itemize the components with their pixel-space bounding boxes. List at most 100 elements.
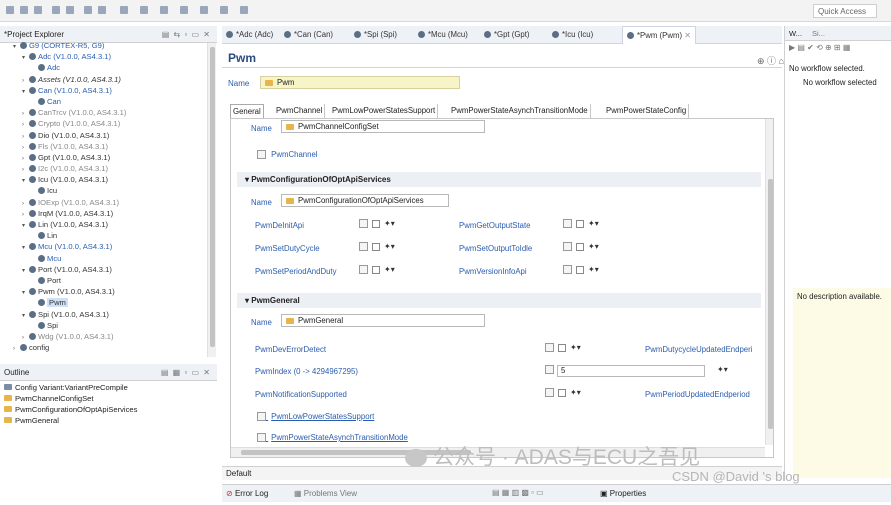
tree-item[interactable]: Pwm <box>0 297 217 308</box>
module-name-field[interactable]: Pwm <box>260 76 460 89</box>
tree-item[interactable]: › Assets (V1.0.0, AS4.3.1) <box>0 74 217 85</box>
toolbar-icon[interactable] <box>66 6 74 14</box>
outline-controls-icon[interactable]: ▤ ▦ ▫ ▭ ✕ <box>161 364 211 381</box>
wand-icon[interactable]: ✦▾ <box>384 265 395 274</box>
content-scrollbar[interactable] <box>765 119 773 445</box>
tree-item[interactable]: Can <box>0 96 217 107</box>
wand-icon[interactable]: ✦▾ <box>588 219 599 228</box>
workflow-tab[interactable]: W... Si... <box>785 26 891 41</box>
opt-api-section-header[interactable]: ▾ PwmConfigurationOfOptApiServices <box>237 172 761 187</box>
editor-tab[interactable]: *Can (Can) <box>284 26 333 44</box>
opt-api-param-controls[interactable]: ✦▾ <box>563 242 599 252</box>
low-power-states-link[interactable]: PwmLowPowerStatesSupport <box>257 412 374 422</box>
opt-api-param-controls[interactable]: ✦▾ <box>563 219 599 229</box>
tree-item[interactable]: ▾ Icu (V1.0.0, AS4.3.1) <box>0 174 217 185</box>
tree-item[interactable]: › I2c (V1.0.0, AS4.3.1) <box>0 163 217 174</box>
channel-config-name-field[interactable]: PwmChannelConfigSet <box>281 120 485 133</box>
tree-item[interactable]: ▾ Port (V1.0.0, AS4.3.1) <box>0 264 217 275</box>
opt-api-param-label[interactable]: PwmSetPeriodAndDuty <box>255 267 336 276</box>
pwm-channel-link[interactable]: PwmChannel <box>257 150 318 160</box>
opt-api-param-label[interactable]: PwmVersionInfoApi <box>459 267 527 276</box>
tree-item[interactable]: ▾ Can (V1.0.0, AS4.3.1) <box>0 85 217 96</box>
general-section-header[interactable]: ▾ PwmGeneral <box>237 293 761 308</box>
tree-item[interactable]: ▾ G9 (CORTEX-R5, G9) <box>0 40 217 51</box>
outline-item[interactable]: PwmConfigurationOfOptApiServices <box>0 404 217 415</box>
toolbar-icon[interactable] <box>200 6 208 14</box>
tab-pwm-power-state-config[interactable]: PwmPowerStateConfig <box>604 104 690 118</box>
error-log-tab[interactable]: ⊘ Error Log <box>226 489 268 498</box>
opt-api-param-controls[interactable]: ✦▾ <box>563 265 599 275</box>
tree-item[interactable]: ▾ Adc (V1.0.0, AS4.3.1) <box>0 51 217 62</box>
editor-tab[interactable]: *Icu (Icu) <box>552 26 593 44</box>
general-name-field[interactable]: PwmGeneral <box>281 314 485 327</box>
wand-icon[interactable]: ✦▾ <box>588 265 599 274</box>
tree-item[interactable]: › CanTrcv (V1.0.0, AS4.3.1) <box>0 107 217 118</box>
workflow-toolbar-icons[interactable]: ▶ ▤ ✔ ⟲ ⊕ ⊞ ▦ <box>785 41 891 54</box>
tab-general[interactable]: General <box>230 104 264 118</box>
tree-item[interactable]: ▾ Lin (V1.0.0, AS4.3.1) <box>0 219 217 230</box>
outline-item[interactable]: PwmChannelConfigSet <box>0 393 217 404</box>
toolbar-icon[interactable] <box>220 6 228 14</box>
dev-error-detect-controls[interactable]: ✦▾ <box>545 343 581 353</box>
toolbar-icon[interactable] <box>20 6 28 14</box>
outline-item[interactable]: PwmGeneral <box>0 415 217 426</box>
period-updated-label[interactable]: PwmPeriodUpdatedEndperiod <box>645 390 750 399</box>
opt-api-param-label[interactable]: PwmGetOutputState <box>459 221 531 230</box>
tab-pwm-channel[interactable]: PwmChannel <box>274 104 326 118</box>
tree-scrollbar[interactable] <box>207 43 216 357</box>
pwm-index-calc[interactable] <box>545 365 554 375</box>
tree-item[interactable]: Adc <box>0 62 217 73</box>
wand-icon[interactable]: ✦▾ <box>717 365 728 374</box>
toolbar-icon[interactable] <box>98 6 106 14</box>
checkbox[interactable] <box>576 265 584 274</box>
tree-item[interactable]: › IOExp (V1.0.0, AS4.3.1) <box>0 197 217 208</box>
tab-pwm-low-power-states-support[interactable]: PwmLowPowerStatesSupport <box>330 104 439 118</box>
tree-item[interactable]: Icu <box>0 185 217 196</box>
tree-item[interactable]: › config <box>0 342 217 353</box>
bottom-view-controls-icon[interactable]: ▤ ▦ ▥ ▩ ▫ ▭ <box>492 488 544 497</box>
pwm-index-input[interactable]: 5 <box>557 365 705 377</box>
dutycycle-updated-label[interactable]: PwmDutycycleUpdatedEndperi <box>645 345 752 354</box>
scroll-thumb[interactable] <box>210 47 215 347</box>
tree-item[interactable]: ▾ Spi (V1.0.0, AS4.3.1) <box>0 309 217 320</box>
toolbar-icon[interactable] <box>160 6 168 14</box>
wand-icon[interactable]: ✦▾ <box>570 343 581 352</box>
close-icon[interactable]: ✕ <box>682 31 691 40</box>
toolbar-icon[interactable] <box>34 6 42 14</box>
tree-item[interactable]: ▾ Pwm (V1.0.0, AS4.3.1) <box>0 286 217 297</box>
si-tab[interactable]: Si... <box>812 29 825 38</box>
scroll-thumb[interactable] <box>768 179 773 429</box>
editor-tab[interactable]: *Adc (Adc) <box>226 26 273 44</box>
toolbar-icon[interactable] <box>140 6 148 14</box>
tree-item[interactable]: Lin <box>0 230 217 241</box>
opt-api-param-controls[interactable]: ✦▾ <box>359 242 395 252</box>
outline-tab[interactable]: Outline ▤ ▦ ▫ ▭ ✕ <box>0 364 217 381</box>
chevron-right-icon[interactable]: › <box>13 344 20 355</box>
quick-access-field[interactable]: Quick Access <box>813 4 877 18</box>
wand-icon[interactable]: ✦▾ <box>384 242 395 251</box>
tree-item[interactable]: › Gpt (V1.0.0, AS4.3.1) <box>0 152 217 163</box>
tree-item[interactable]: ▾ Mcu (V1.0.0, AS4.3.1) <box>0 241 217 252</box>
async-transition-link[interactable]: PwmPowerStateAsynchTransitionMode <box>257 433 408 443</box>
toolbar-icon[interactable] <box>120 6 128 14</box>
outline-item[interactable]: Config Variant:VariantPreCompile <box>0 382 217 393</box>
opt-api-param-label[interactable]: PwmSetDutyCycle <box>255 244 320 253</box>
tree-item[interactable]: Spi <box>0 320 217 331</box>
toolbar-icon[interactable] <box>6 6 14 14</box>
opt-api-param-label[interactable]: PwmDeInitApi <box>255 221 304 230</box>
editor-header-icons[interactable]: ⊕ ⓘ ⌂ <box>757 54 784 67</box>
toolbar-icon[interactable] <box>240 6 248 14</box>
toolbar-icon[interactable] <box>52 6 60 14</box>
opt-api-param-label[interactable]: PwmSetOutputToIdle <box>459 244 532 253</box>
toolbar-icon[interactable] <box>180 6 188 14</box>
notification-supported-label[interactable]: PwmNotificationSupported <box>255 390 347 399</box>
editor-tab[interactable]: *Spi (Spi) <box>354 26 397 44</box>
tree-item[interactable]: Mcu <box>0 253 217 264</box>
editor-tab[interactable]: *Pwm (Pwm) ✕ <box>622 26 696 44</box>
tab-pwm-power-state-async-transition-mode[interactable]: PwmPowerStateAsynchTransitionMode <box>449 104 591 118</box>
properties-tab[interactable]: ▣ Properties <box>600 489 646 498</box>
pwm-index-label[interactable]: PwmIndex (0 -> 4294967295) <box>255 367 358 376</box>
dev-error-detect-label[interactable]: PwmDevErrorDetect <box>255 345 326 354</box>
checkbox[interactable] <box>558 343 566 352</box>
tree-item[interactable]: › Dio (V1.0.0, AS4.3.1) <box>0 130 217 141</box>
